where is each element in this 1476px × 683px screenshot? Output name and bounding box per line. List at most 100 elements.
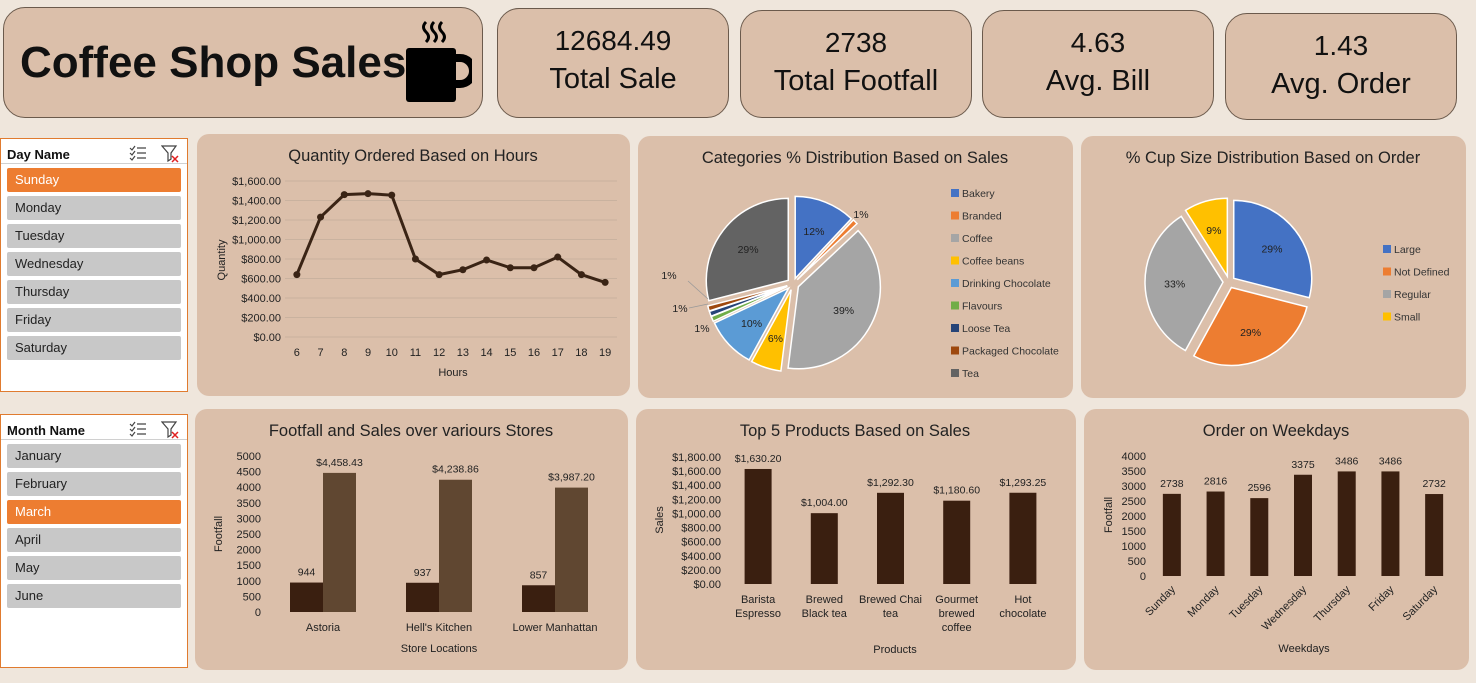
slicer-item-april[interactable]: April [7, 528, 181, 552]
legend-swatch [951, 189, 959, 197]
legend-entry: Loose Tea [962, 323, 1010, 335]
y-tick-label: 5000 [237, 451, 261, 463]
x-tick-label: 9 [365, 347, 371, 359]
slicer-item-may[interactable]: May [7, 556, 181, 580]
slicer-item-friday[interactable]: Friday [7, 308, 181, 332]
y-tick-label: 500 [1128, 556, 1146, 568]
x-tick-label: 7 [318, 347, 324, 359]
bar [439, 479, 472, 612]
x-tick-label: Black tea [802, 608, 848, 620]
bar [406, 582, 439, 612]
x-tick-label: Lower Manhattan [513, 622, 598, 634]
data-label: 6% [768, 333, 783, 345]
data-label: $1,180.60 [933, 485, 980, 497]
legend-swatch [1383, 267, 1391, 276]
slicer-item-january[interactable]: January [7, 444, 181, 468]
x-tick-label: Brewed [806, 594, 843, 606]
month-slicer-title: Month Name [7, 423, 85, 438]
slicer-item-june[interactable]: June [7, 584, 181, 608]
data-label: 1% [694, 323, 709, 335]
legend-entry: Tea [962, 368, 979, 380]
data-point [459, 266, 467, 274]
data-label: $1,630.20 [735, 453, 782, 465]
slicer-item-tuesday[interactable]: Tuesday [7, 224, 181, 248]
data-label: 29% [738, 244, 759, 256]
y-tick-label: $200.00 [241, 313, 281, 325]
month-slicer: Month Name January February March April May J… [0, 414, 188, 668]
slicer-item-monday[interactable]: Monday [7, 196, 181, 220]
slicer-item-february[interactable]: February [7, 472, 181, 496]
x-axis-title: Hours [438, 367, 468, 379]
kpi-value: 4.63 [1070, 27, 1126, 58]
x-tick-label: Espresso [735, 608, 781, 620]
multi-select-icon[interactable] [129, 145, 147, 161]
day-slicer-title: Day Name [7, 147, 70, 162]
kpi-value: 12684.49 [554, 25, 672, 56]
y-tick-label: $200.00 [681, 565, 721, 577]
slicer-item-sunday[interactable]: Sunday [7, 168, 181, 192]
x-tick-label: 16 [528, 347, 540, 359]
data-point [506, 264, 514, 272]
slicer-item-wednesday[interactable]: Wednesday [7, 252, 181, 276]
data-point [293, 271, 301, 279]
legend-swatch [951, 211, 959, 220]
title-card: Coffee Shop Sales [3, 7, 483, 118]
y-tick-label: $800.00 [681, 523, 721, 535]
slicer-item-march[interactable]: March [7, 500, 181, 524]
legend-swatch [1383, 290, 1391, 298]
y-tick-label: $1,600.00 [672, 466, 721, 478]
y-tick-label: $1,200.00 [672, 494, 721, 506]
legend-entry: Small [1394, 312, 1420, 324]
legend-swatch [951, 346, 959, 355]
slicer-item-thursday[interactable]: Thursday [7, 280, 181, 304]
chart-title: Categories % Distribution Based on Sales [702, 149, 1008, 167]
y-axis-title: Footfall [213, 516, 225, 552]
slicer-item-saturday[interactable]: Saturday [7, 336, 181, 360]
y-tick-label: $1,800.00 [672, 452, 721, 464]
data-point [577, 271, 585, 279]
bar [1250, 498, 1269, 576]
x-tick-label: Gourmet [935, 594, 978, 606]
y-tick-label: 4000 [237, 482, 261, 494]
y-tick-label: $600.00 [241, 274, 281, 286]
data-point [317, 213, 325, 221]
x-tick-label: Brewed Chai [859, 594, 922, 606]
x-tick-label: Saturday [1401, 583, 1441, 623]
multi-select-icon[interactable] [129, 421, 147, 437]
leader-line [687, 280, 709, 300]
y-tick-label: 3500 [1122, 466, 1146, 478]
x-axis-title: Products [873, 644, 917, 656]
y-tick-label: $1,400.00 [232, 196, 281, 208]
x-axis-title: Weekdays [1278, 643, 1330, 655]
x-tick-label: Wednesday [1260, 583, 1310, 633]
bar [877, 492, 904, 584]
y-tick-label: $1,200.00 [232, 215, 281, 227]
clear-filter-icon[interactable] [161, 145, 179, 163]
data-label: 29% [1240, 327, 1261, 339]
data-label: 1% [853, 209, 868, 221]
stores-bar-chart-panel: Footfall and Sales over variours Stores 0… [195, 409, 628, 670]
y-tick-label: $600.00 [681, 537, 721, 549]
x-tick-label: Hot [1014, 594, 1031, 606]
x-tick-label: 14 [480, 347, 492, 359]
data-point [483, 256, 491, 264]
data-label: 33% [1164, 279, 1185, 291]
data-label: $1,293.25 [1000, 477, 1047, 489]
clear-filter-icon[interactable] [161, 421, 179, 439]
data-label: 9% [1206, 225, 1221, 237]
dashboard-title: Coffee Shop Sales [20, 38, 407, 87]
bar [1294, 474, 1312, 576]
x-tick-label: Astoria [306, 622, 341, 634]
legend-entry: Flavours [962, 301, 1002, 313]
x-tick-label: 17 [552, 347, 564, 359]
y-tick-label: 4500 [237, 467, 261, 479]
kpi-label: Avg. Bill [1045, 65, 1151, 97]
data-label: 2596 [1248, 482, 1272, 494]
data-label: 1% [672, 303, 687, 315]
legend-entry: Not Defined [1394, 267, 1450, 279]
legend-swatch [1383, 312, 1391, 321]
y-tick-label: 2500 [237, 529, 261, 541]
leader-line [688, 303, 709, 309]
data-point [388, 191, 396, 199]
y-tick-label: 1000 [1122, 541, 1146, 553]
